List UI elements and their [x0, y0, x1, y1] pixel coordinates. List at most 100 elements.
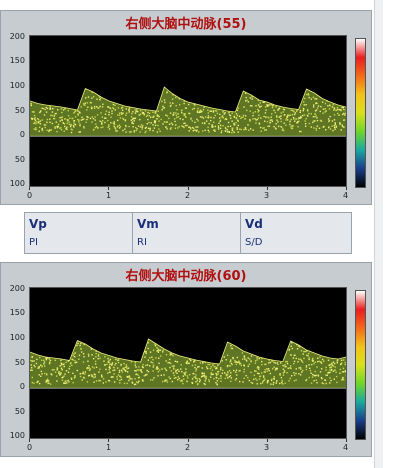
spectrum-speckle	[268, 362, 270, 364]
spectrum-speckle	[174, 127, 177, 129]
spectrum-speckle	[70, 362, 72, 364]
spectrum-speckle	[113, 121, 115, 123]
spectrum-speckle	[277, 125, 280, 128]
spectrum-speckle	[286, 362, 289, 365]
spectrum-speckle	[134, 361, 137, 364]
spectrum-speckle	[101, 106, 104, 108]
spectrum-speckle	[341, 371, 344, 373]
spectrum-speckle	[135, 373, 138, 375]
spectrum-speckle	[125, 364, 128, 366]
spectrum-speckle	[231, 112, 233, 114]
spectrum-speckle	[140, 370, 142, 372]
spectrum-speckle	[40, 110, 42, 112]
spectrum-speckle	[123, 382, 126, 385]
spectrum-speckle	[107, 119, 109, 122]
spectrum-speckle	[334, 128, 336, 130]
spectrum-speckle	[109, 367, 111, 369]
spectrum-speckle	[61, 119, 64, 122]
spectrum-speckle	[322, 108, 325, 110]
spectrum-speckle	[50, 114, 52, 116]
spectrum-speckle	[319, 110, 321, 113]
spectrum-speckle	[207, 363, 209, 366]
spectrum-speckle	[126, 375, 128, 378]
spectrum-speckle	[38, 382, 41, 385]
spectrum-speckle	[169, 102, 171, 104]
spectrum-speckle	[117, 361, 120, 364]
spectrum-speckle	[31, 111, 34, 113]
spectrum-speckle	[205, 366, 208, 368]
spectrum-speckle	[111, 112, 113, 115]
x-tick-mark	[188, 439, 189, 442]
spectrum-speckle	[271, 368, 274, 370]
spectrum-speckle	[317, 374, 319, 376]
spectrum-speckle	[79, 124, 81, 127]
spectrum-speckle	[329, 371, 332, 374]
spectrum-speckle	[340, 109, 342, 112]
spectrum-speckle	[343, 108, 345, 111]
spectrum-speckle	[134, 112, 137, 114]
spectrum-speckle	[73, 126, 75, 128]
spectrum-speckle	[235, 117, 238, 119]
spectrum-speckle	[286, 371, 288, 374]
spectrum-speckle	[258, 114, 260, 116]
spectrum-speckle	[180, 364, 182, 366]
spectrum-speckle	[61, 111, 63, 114]
spectrum-speckle	[142, 366, 144, 369]
spectrum-speckle	[208, 380, 210, 383]
spectrum-speckle	[157, 375, 159, 377]
spectrum-speckle	[282, 383, 284, 385]
spectrum-speckle	[241, 352, 244, 354]
spectrum-speckle	[321, 382, 323, 384]
spectrum-speckle	[285, 117, 288, 119]
spectrum-speckle	[199, 379, 201, 381]
spectrum-speckle	[213, 378, 215, 380]
sd-label: S/D	[245, 237, 263, 248]
vertical-scrollbar[interactable]	[374, 0, 383, 468]
spectrum-speckle	[261, 363, 263, 366]
spectrum-speckle	[99, 368, 101, 371]
spectrum-speckle	[231, 131, 233, 134]
spectrum-speckle	[179, 117, 181, 120]
spectrum-speckle	[51, 111, 54, 113]
spectrum-speckle	[158, 120, 160, 122]
spectrum-speckle	[191, 108, 194, 111]
spectrum-speckle	[282, 365, 285, 367]
spectrum-speckle	[82, 118, 84, 121]
spectrum-speckle	[342, 378, 344, 381]
spectrum-speckle	[123, 367, 125, 369]
spectrum-speckle	[290, 127, 293, 130]
spectrum-speckle	[118, 369, 121, 372]
spectrum-speckle	[147, 342, 150, 344]
spectrum-speckle	[216, 383, 218, 385]
spectrum-speckle	[99, 120, 101, 122]
spectrum-speckle	[240, 128, 242, 131]
spectrum-speckle	[274, 111, 277, 114]
spectrum-speckle	[204, 129, 206, 132]
spectrum-speckle	[150, 116, 152, 118]
spectrum-speckle	[289, 114, 292, 116]
spectrum-speckle	[35, 362, 38, 365]
spectrum-speckle	[264, 369, 266, 371]
spectrum-speckle	[184, 124, 187, 127]
spectrum-speckle	[193, 360, 195, 362]
spectrum-speckle	[145, 352, 147, 354]
spectrum-speckle	[97, 355, 100, 357]
x-tick-mark	[267, 187, 268, 190]
spectrum-speckle	[276, 119, 278, 121]
spectrum-speckle	[76, 344, 78, 347]
spectrum-speckle	[237, 120, 240, 123]
spectrum-speckle	[102, 126, 104, 128]
spectrum-speckle	[196, 379, 199, 382]
spectrum-speckle	[79, 112, 81, 114]
spectrum-speckle	[100, 112, 102, 114]
spectrum-speckle	[43, 365, 46, 367]
spectrum-speckle	[196, 378, 199, 380]
spectrum-speckle	[152, 364, 155, 366]
spectrum-speckle	[297, 361, 299, 363]
spectrum-speckle	[87, 367, 89, 370]
spectrum-speckle	[41, 359, 43, 361]
spectrum-speckle	[198, 365, 200, 368]
spectrum-speckle	[235, 113, 238, 115]
spectrum-speckle	[107, 357, 109, 360]
spectrum-speckle	[72, 354, 74, 357]
